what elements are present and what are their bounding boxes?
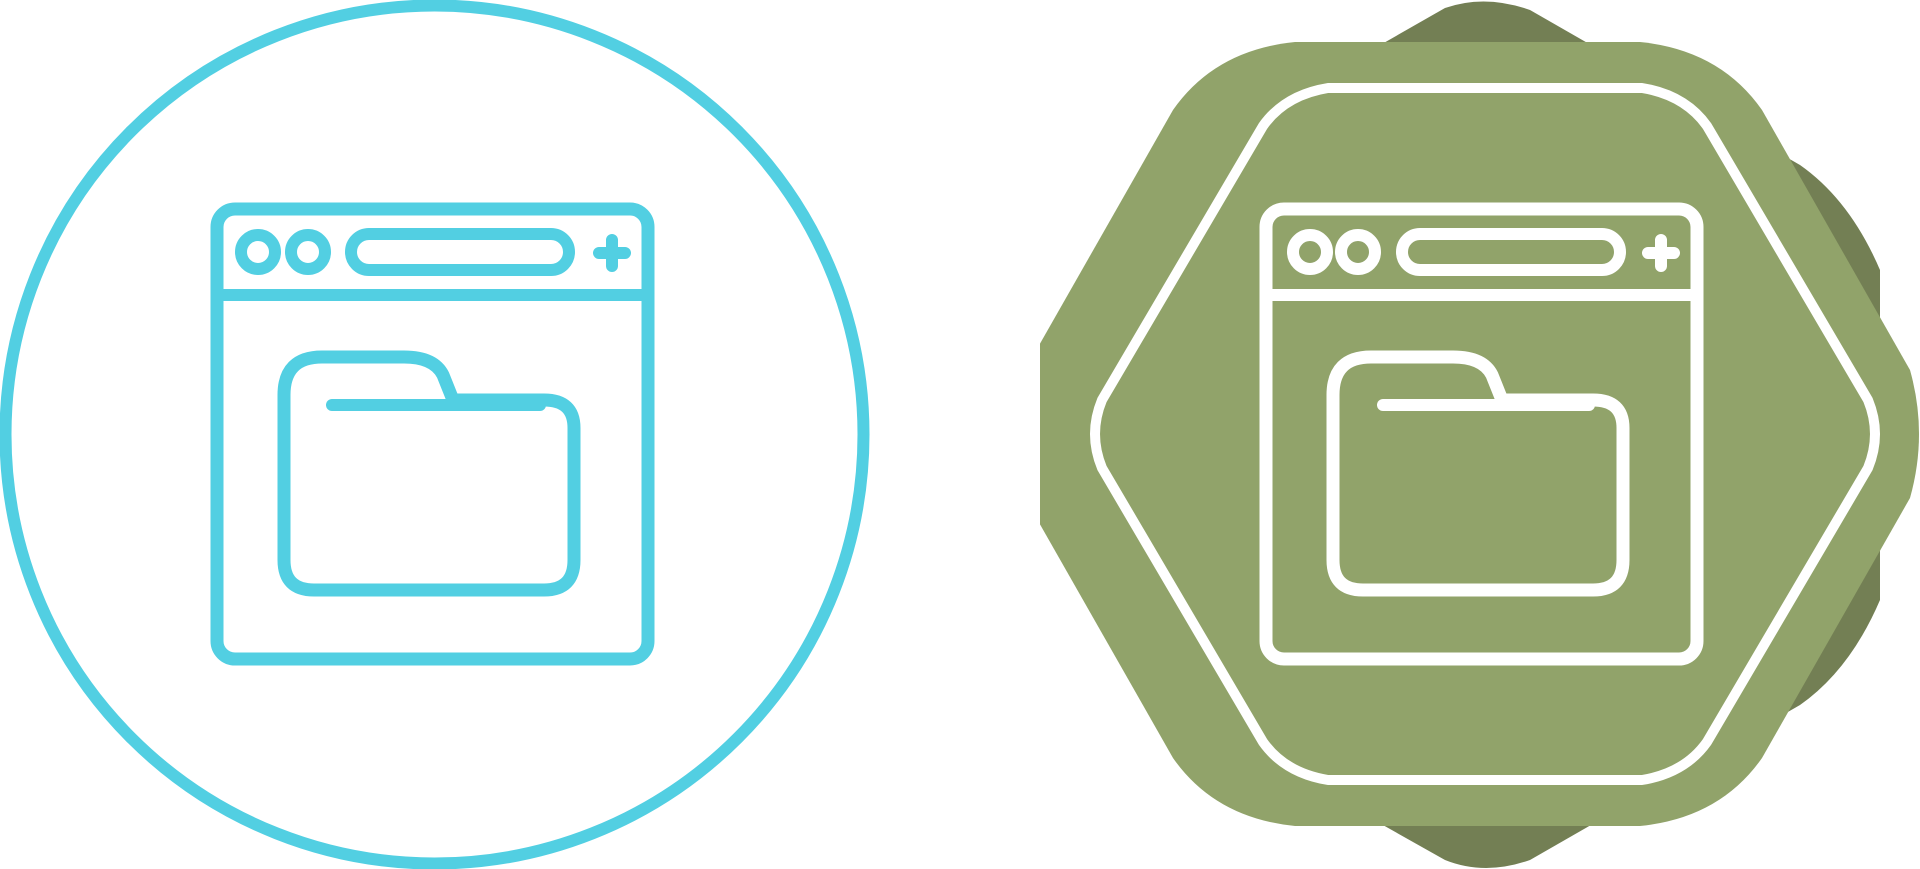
outline-circle-variant [0, 0, 870, 869]
badge-front-shape [1040, 42, 1919, 826]
window-dot-icon [285, 229, 331, 275]
folder-icon [277, 350, 581, 597]
plus-icon [593, 234, 631, 272]
badge-variant [1040, 0, 1920, 869]
window-dot-icon [235, 229, 281, 275]
circle-frame [0, 0, 870, 869]
folder-browser-window-icon [0, 0, 870, 869]
folder-browser-window-icon [1040, 1, 1919, 868]
address-bar [345, 228, 575, 276]
